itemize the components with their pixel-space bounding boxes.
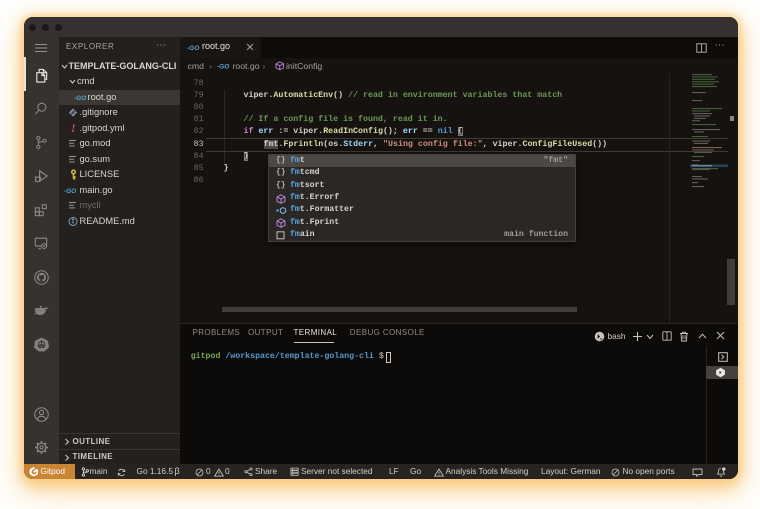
svg-text:!: !: [71, 123, 75, 134]
svg-text:-GO: -GO: [217, 64, 229, 71]
svg-text:-GO: -GO: [187, 45, 199, 52]
svg-text:-GO: -GO: [74, 95, 86, 102]
svg-text:-GO: -GO: [64, 188, 76, 195]
